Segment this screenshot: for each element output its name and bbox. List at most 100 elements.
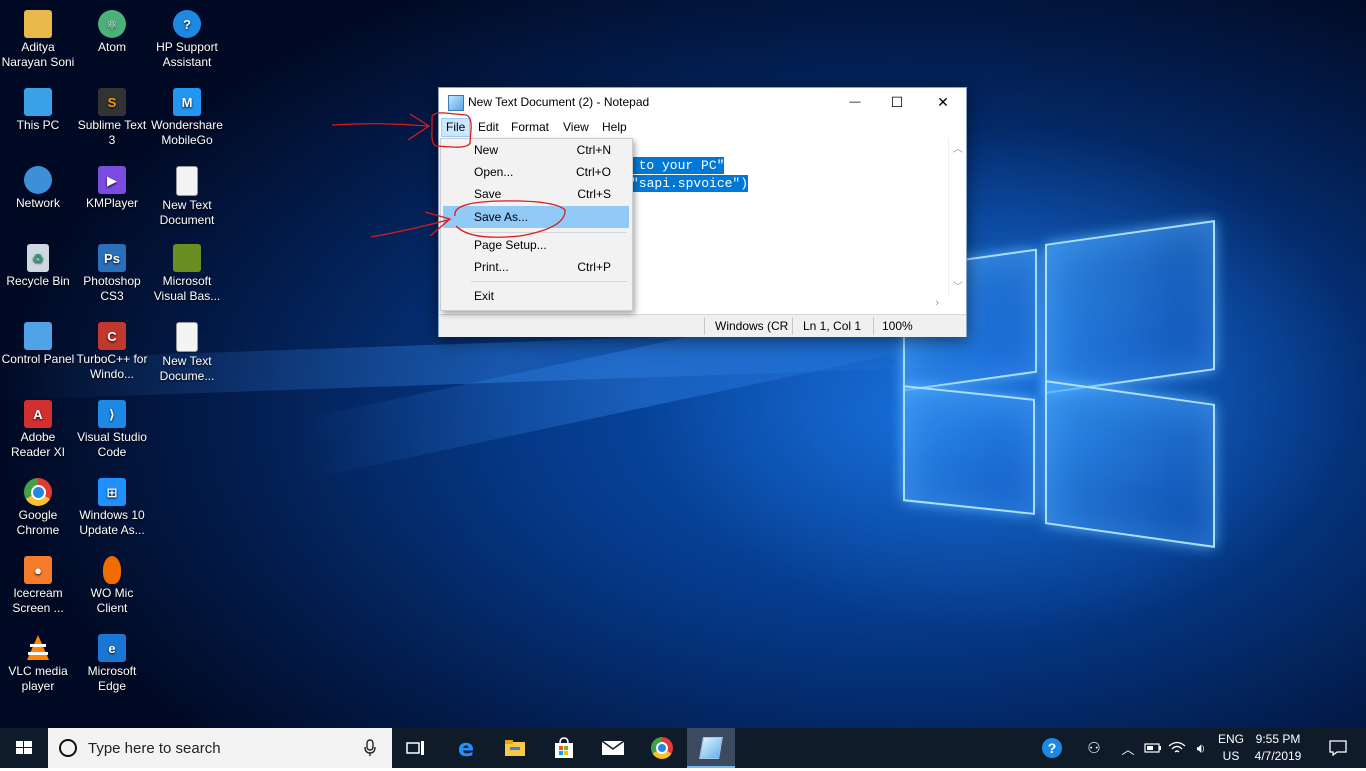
menu-edit[interactable]: Edit (474, 119, 503, 136)
scroll-right-arrow-icon[interactable]: › (935, 297, 939, 309)
vertical-scrollbar[interactable]: ︿ ﹀ (948, 138, 966, 297)
menu-item-new[interactable]: New Ctrl+N (443, 139, 629, 161)
mobilego-icon: M (173, 88, 201, 116)
desktop-icon-recycle-bin[interactable]: ♻ Recycle Bin (0, 238, 76, 289)
desktop-icon-wo-mic[interactable]: WO Mic Client (74, 550, 150, 616)
start-button[interactable] (0, 728, 48, 768)
maximize-button[interactable]: ☐ (874, 88, 920, 116)
desktop-icon-adobe-reader[interactable]: A Adobe Reader XI (0, 394, 76, 460)
taskbar-mail[interactable] (589, 728, 637, 768)
user-folder-icon (24, 10, 52, 38)
task-view-button[interactable] (392, 728, 440, 768)
desktop-icon-control-panel[interactable]: Control Panel (0, 316, 76, 367)
recycle-bin-icon: ♻ (27, 244, 49, 272)
menu-separator (471, 232, 627, 233)
volume-icon: 🔉︎ (1196, 739, 1206, 756)
network-icon (24, 166, 52, 194)
icecream-icon: ● (24, 556, 52, 584)
desktop-icon-edge[interactable]: e Microsoft Edge (74, 628, 150, 694)
menu-help[interactable]: Help (598, 119, 631, 136)
microphone-icon[interactable] (364, 739, 376, 757)
desktop-icon-aditya[interactable]: Aditya Narayan Soni (0, 4, 76, 70)
menu-bar: File Edit Format View Help (439, 116, 966, 138)
desktop-icon-visual-basic[interactable]: Microsoft Visual Bas... (149, 238, 225, 304)
status-divider (873, 317, 874, 335)
desktop-icon-turbocpp[interactable]: C TurboC++ for Windo... (74, 316, 150, 382)
desktop-icon-sublime[interactable]: S Sublime Text 3 (74, 82, 150, 148)
menu-item-save[interactable]: Save Ctrl+S (443, 183, 629, 205)
taskbar-file-explorer[interactable] (491, 728, 539, 768)
clock[interactable]: 9:55 PM 4/7/2019 (1246, 731, 1310, 765)
taskbar-store[interactable] (540, 728, 588, 768)
desktop-icon-network[interactable]: Network (0, 160, 76, 211)
search-box[interactable]: Type here to search (48, 728, 392, 768)
desktop-icon-vlc[interactable]: VLC media player (0, 628, 76, 694)
text-document-icon (176, 166, 198, 196)
scroll-down-arrow-icon[interactable]: ﹀ (953, 278, 963, 293)
adobe-reader-icon: A (24, 400, 52, 428)
sublime-icon: S (98, 88, 126, 116)
desktop-icon-this-pc[interactable]: This PC (0, 82, 76, 133)
taskbar-notepad[interactable] (687, 728, 735, 768)
tray-help[interactable]: ? (1038, 728, 1066, 768)
clock-date: 4/7/2019 (1254, 749, 1302, 763)
chrome-icon (24, 478, 52, 506)
status-encoding: Windows (CRL (715, 319, 789, 333)
tray-wifi[interactable] (1166, 728, 1188, 768)
desktop-icon-mobilego[interactable]: M Wondershare MobileGo (149, 82, 225, 148)
cortana-circle-icon (59, 739, 77, 757)
status-divider (704, 317, 705, 335)
clock-time: 9:55 PM (1255, 732, 1301, 746)
tray-people[interactable]: ⚇ (1080, 728, 1108, 768)
desktop-icon-new-text-doc[interactable]: New Text Document (149, 160, 225, 228)
taskbar-edge[interactable]: e (442, 728, 490, 768)
language-indicator[interactable]: ENG US (1214, 731, 1248, 765)
menu-format[interactable]: Format (507, 119, 553, 136)
menu-item-exit[interactable]: Exit (443, 285, 629, 307)
status-bar: Windows (CRL Ln 1, Col 1 100% (439, 314, 966, 337)
visual-basic-icon (173, 244, 201, 272)
scroll-up-arrow-icon[interactable]: ︿ (953, 140, 963, 155)
window-title: New Text Document (2) - Notepad (468, 95, 650, 109)
control-panel-icon (24, 322, 52, 350)
chevron-up-icon: ︿ (1121, 741, 1135, 757)
menu-view[interactable]: View (559, 119, 593, 136)
menu-item-open[interactable]: Open... Ctrl+O (443, 161, 629, 183)
menu-item-page-setup[interactable]: Page Setup... (443, 234, 629, 256)
chrome-icon (651, 737, 673, 759)
status-divider (792, 317, 793, 335)
desktop-icon-atom[interactable]: ⚛ Atom (74, 4, 150, 55)
desktop-icon-win10-update[interactable]: ⊞ Windows 10 Update As... (74, 472, 150, 538)
search-placeholder: Type here to search (88, 740, 221, 757)
menu-item-print[interactable]: Print... Ctrl+P (443, 256, 629, 278)
tray-show-hidden[interactable]: ︿ (1118, 728, 1138, 768)
notepad-icon (699, 737, 723, 759)
edge-icon: e (98, 634, 126, 662)
desktop-icon-chrome[interactable]: Google Chrome (0, 472, 76, 538)
desktop-icon-hp-support[interactable]: ? HP Support Assistant (149, 4, 225, 70)
close-button[interactable]: ✕ (920, 88, 966, 116)
notification-icon (1329, 740, 1347, 756)
menu-separator (471, 281, 627, 282)
atom-icon: ⚛ (98, 10, 126, 38)
tray-volume[interactable]: 🔉︎ (1190, 728, 1212, 768)
desktop-icon-kmplayer[interactable]: ▶ KMPlayer (74, 160, 150, 211)
action-center-button[interactable] (1318, 728, 1358, 768)
desktop-icon-icecream[interactable]: ● Icecream Screen ... (0, 550, 76, 616)
vscode-icon: ⟩ (98, 400, 126, 428)
mail-icon (601, 740, 625, 755)
desktop-icon-vscode[interactable]: ⟩ Visual Studio Code (74, 394, 150, 460)
menu-item-save-as[interactable]: Save As... (443, 206, 629, 228)
computer-icon (24, 88, 52, 116)
desktop-icon-new-text-doc-2[interactable]: New Text Docume... (149, 316, 225, 384)
selected-text-line-2: "sapi.spvoice") (631, 175, 749, 192)
minimize-button[interactable]: — (832, 88, 878, 116)
task-view-icon (406, 741, 424, 755)
tray-battery[interactable] (1142, 728, 1164, 768)
taskbar-chrome[interactable] (638, 728, 686, 768)
title-bar[interactable]: New Text Document (2) - Notepad — ☐ ✕ (439, 88, 966, 116)
hp-help-icon: ? (173, 10, 201, 38)
kmplayer-icon: ▶ (98, 166, 126, 194)
menu-file[interactable]: File (441, 118, 471, 137)
desktop-icon-photoshop[interactable]: Ps Photoshop CS3 (74, 238, 150, 304)
